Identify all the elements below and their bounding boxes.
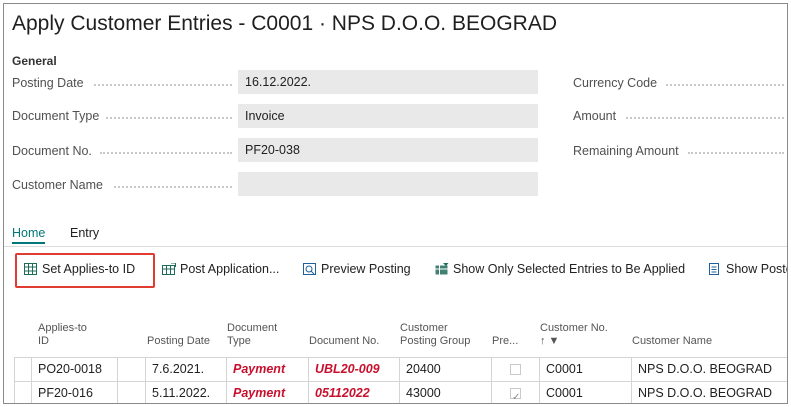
divider xyxy=(4,246,787,247)
cell-customer-name[interactable]: NPS D.O.O. BEOGRAD xyxy=(631,382,787,403)
cell-applies-to-id[interactable]: PO20-0018 xyxy=(31,358,117,382)
cell-prepayment[interactable] xyxy=(491,382,539,403)
dotted-leader xyxy=(94,84,232,86)
preview-icon xyxy=(303,263,316,275)
tab-entry[interactable]: Entry xyxy=(70,226,99,240)
cell-spacer xyxy=(117,382,145,403)
col-header-document-type[interactable]: Document Type xyxy=(227,322,277,348)
cell-spacer xyxy=(117,358,145,382)
cell-document-no[interactable]: UBL20-009 xyxy=(308,358,399,382)
col-header-customer-name[interactable]: Customer Name xyxy=(632,335,712,348)
posting-date-field[interactable]: 16.12.2022. xyxy=(238,70,538,94)
cell-document-type[interactable]: Payment xyxy=(226,382,308,403)
set-applies-to-id-button[interactable]: Set Applies-to ID xyxy=(24,262,135,276)
cell-customer-no[interactable]: C0001 xyxy=(539,382,631,403)
cell-applies-to-id[interactable]: PF20-016 xyxy=(31,382,117,403)
post-application-button[interactable]: Post Application... xyxy=(162,262,279,276)
preview-posting-button[interactable]: Preview Posting xyxy=(303,262,411,276)
prepayment-checkbox[interactable] xyxy=(510,364,521,375)
table-row[interactable]: PF20-016 5.11.2022. Payment 05112022 430… xyxy=(14,381,787,403)
page-title: Apply Customer Entries - C0001 · NPS D.O… xyxy=(12,12,557,35)
tab-home[interactable]: Home xyxy=(12,226,46,244)
col-header-customer-no[interactable]: Customer No. ↑ ▼ xyxy=(540,322,608,348)
posting-date-label: Posting Date xyxy=(12,76,84,90)
filter-grid-icon xyxy=(435,263,449,275)
header-line: Type xyxy=(227,335,251,347)
customer-name-field[interactable] xyxy=(238,172,538,196)
row-selector[interactable] xyxy=(14,382,31,403)
cell-posting-group[interactable]: 43000 xyxy=(399,382,491,403)
document-no-label: Document No. xyxy=(12,144,92,158)
show-posted-label: Show Poste xyxy=(726,262,788,276)
cell-customer-no[interactable]: C0001 xyxy=(539,358,631,382)
document-icon xyxy=(708,263,721,275)
cell-prepayment[interactable] xyxy=(491,358,539,382)
dotted-leader xyxy=(666,84,784,86)
document-type-field[interactable]: Invoice xyxy=(238,104,538,128)
header-line: Customer xyxy=(400,322,448,334)
header-line: Applies-to xyxy=(38,322,87,334)
dotted-leader xyxy=(626,117,784,119)
cell-posting-date[interactable]: 7.6.2021. xyxy=(145,358,226,382)
set-applies-to-id-label: Set Applies-to ID xyxy=(42,262,136,276)
cell-document-type[interactable]: Payment xyxy=(226,358,308,382)
document-no-field[interactable]: PF20-038 xyxy=(238,138,538,162)
col-header-applies-to-id[interactable]: Applies-to ID xyxy=(38,322,87,348)
header-line: Document xyxy=(227,322,278,334)
header-line: Posting Group xyxy=(400,335,471,347)
amount-label: Amount xyxy=(573,109,617,123)
prepayment-checkbox[interactable] xyxy=(510,386,521,403)
cell-posting-group[interactable]: 20400 xyxy=(399,358,491,382)
row-selector[interactable] xyxy=(14,358,31,382)
cell-posting-date[interactable]: 5.11.2022. xyxy=(145,382,226,403)
dotted-leader xyxy=(688,152,784,154)
customer-name-label: Customer Name xyxy=(12,178,103,192)
grid-icon xyxy=(24,263,37,275)
show-only-selected-label: Show Only Selected Entries to Be Applied xyxy=(453,262,686,276)
dotted-leader xyxy=(106,117,232,119)
col-header-customer-posting-group[interactable]: Customer Posting Group xyxy=(400,322,470,348)
remaining-amount-label: Remaining Amount xyxy=(573,144,679,158)
cell-document-no[interactable]: 05112022 xyxy=(308,382,399,403)
cell-customer-name[interactable]: NPS D.O.O. BEOGRAD xyxy=(631,358,787,382)
header-line: Customer No. xyxy=(540,322,608,334)
dotted-leader xyxy=(100,152,232,154)
post-application-label: Post Application... xyxy=(180,262,280,276)
show-only-selected-button[interactable]: Show Only Selected Entries to Be Applied xyxy=(435,262,685,276)
header-line: ID xyxy=(38,335,49,347)
currency-code-label: Currency Code xyxy=(573,76,658,90)
table-row[interactable]: PO20-0018 7.6.2021. Payment UBL20-009 20… xyxy=(14,357,787,382)
show-posted-button[interactable]: Show Poste xyxy=(708,262,788,276)
dotted-leader xyxy=(114,186,232,188)
col-header-prepayment[interactable]: Pre... xyxy=(492,335,518,348)
general-section-header[interactable]: General xyxy=(12,54,57,68)
col-header-document-no[interactable]: Document No. xyxy=(309,335,379,348)
document-type-label: Document Type xyxy=(12,109,100,123)
col-header-posting-date[interactable]: Posting Date xyxy=(147,335,210,348)
apply-customer-entries-window: Apply Customer Entries - C0001 · NPS D.O… xyxy=(3,3,788,404)
post-grid-icon xyxy=(162,262,176,275)
sort-filter-icon[interactable]: ↑ ▼ xyxy=(540,335,608,348)
preview-posting-label: Preview Posting xyxy=(321,262,411,276)
